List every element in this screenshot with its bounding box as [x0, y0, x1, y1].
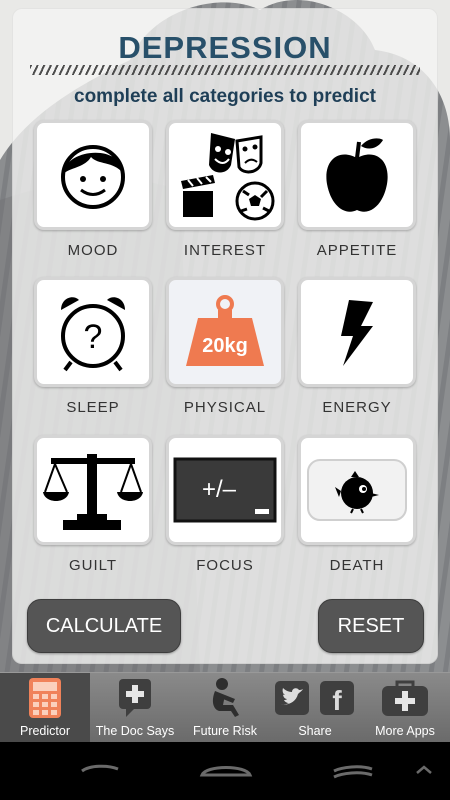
category-label: APPETITE — [316, 242, 398, 259]
category-label: MOOD — [67, 242, 119, 259]
weight-20kg-icon: 20kg — [186, 295, 264, 366]
twitter-facebook-icon: f — [275, 681, 354, 716]
tab-label: The Doc Says — [95, 724, 175, 738]
back-icon[interactable] — [78, 757, 124, 785]
app-screen: DEPRESSION complete all categories to pr… — [0, 0, 450, 672]
tab-the-doc-says[interactable]: The Doc Says — [90, 673, 180, 743]
reset-button[interactable]: RESET — [318, 599, 424, 653]
tab-more-apps[interactable]: More Apps — [360, 673, 450, 743]
tab-label: Predictor — [19, 724, 71, 738]
category-physical[interactable]: 20kg PHYSICAL — [166, 277, 284, 416]
tab-future-risk[interactable]: Future Risk — [180, 673, 270, 743]
energy-tile[interactable] — [298, 277, 416, 387]
page-subtitle: complete all categories to predict — [74, 86, 376, 107]
board-text: +/– — [202, 476, 237, 503]
focus-tile[interactable]: +/– — [166, 435, 284, 545]
appetite-tile[interactable] — [298, 120, 416, 230]
category-label: ENERGY — [322, 399, 392, 416]
tab-share[interactable]: f Share — [270, 673, 360, 743]
category-label: PHYSICAL — [183, 399, 267, 416]
chevron-up-icon[interactable] — [414, 757, 434, 785]
tab-label: Share — [298, 724, 332, 738]
bottom-tab-bar: Predictor The Doc Says Future Risk f Sha… — [0, 672, 450, 743]
interest-tile[interactable] — [166, 120, 284, 230]
death-tile[interactable] — [298, 435, 416, 545]
smiley-face-icon — [61, 145, 125, 209]
scales-icon — [43, 454, 143, 530]
category-label: DEATH — [329, 557, 385, 574]
category-appetite[interactable]: APPETITE — [298, 120, 416, 259]
category-label: INTEREST — [183, 242, 267, 259]
toolbox-plus-icon — [382, 680, 428, 716]
tab-label: Future Risk — [193, 724, 257, 738]
physical-tile[interactable]: 20kg — [166, 277, 284, 387]
svg-text:f: f — [332, 685, 342, 716]
speech-bubble-plus-icon — [119, 679, 151, 717]
category-death[interactable]: DEATH — [298, 435, 416, 574]
calculate-button[interactable]: CALCULATE — [27, 599, 181, 653]
tab-predictor[interactable]: Predictor — [0, 673, 90, 743]
calculator-icon — [29, 678, 61, 718]
weight-text: 20kg — [202, 335, 248, 357]
category-mood[interactable]: MOOD — [34, 120, 152, 259]
category-label: FOCUS — [196, 557, 254, 574]
category-guilt[interactable]: GUILT — [34, 435, 152, 574]
guilt-tile[interactable] — [34, 435, 152, 545]
title-divider — [30, 65, 420, 75]
recent-apps-icon[interactable] — [330, 757, 376, 785]
alarm-clock-question-icon: ? — [61, 297, 125, 372]
system-navigation-bar — [0, 742, 450, 800]
category-label: SLEEP — [66, 399, 120, 416]
sleep-tile[interactable]: ? — [34, 277, 152, 387]
theater-masks-film-soccer-icon — [181, 133, 275, 221]
svg-text:?: ? — [84, 318, 103, 356]
category-energy[interactable]: ENERGY — [298, 277, 416, 416]
category-label: GUILT — [68, 557, 118, 574]
apple-icon — [326, 138, 388, 212]
tab-label: More Apps — [375, 724, 435, 738]
home-icon[interactable] — [196, 757, 256, 785]
sitting-person-icon — [212, 678, 239, 717]
chalkboard-plus-minus-icon: +/– — [173, 457, 277, 523]
category-sleep[interactable]: ? SLEEP — [34, 277, 152, 416]
black-bird-icon — [307, 459, 407, 521]
lightning-bolt-icon — [341, 300, 373, 366]
category-interest[interactable]: INTEREST — [166, 120, 284, 259]
page-title: DEPRESSION — [118, 30, 332, 65]
mood-tile[interactable] — [34, 120, 152, 230]
category-focus[interactable]: +/– FOCUS — [166, 435, 284, 574]
